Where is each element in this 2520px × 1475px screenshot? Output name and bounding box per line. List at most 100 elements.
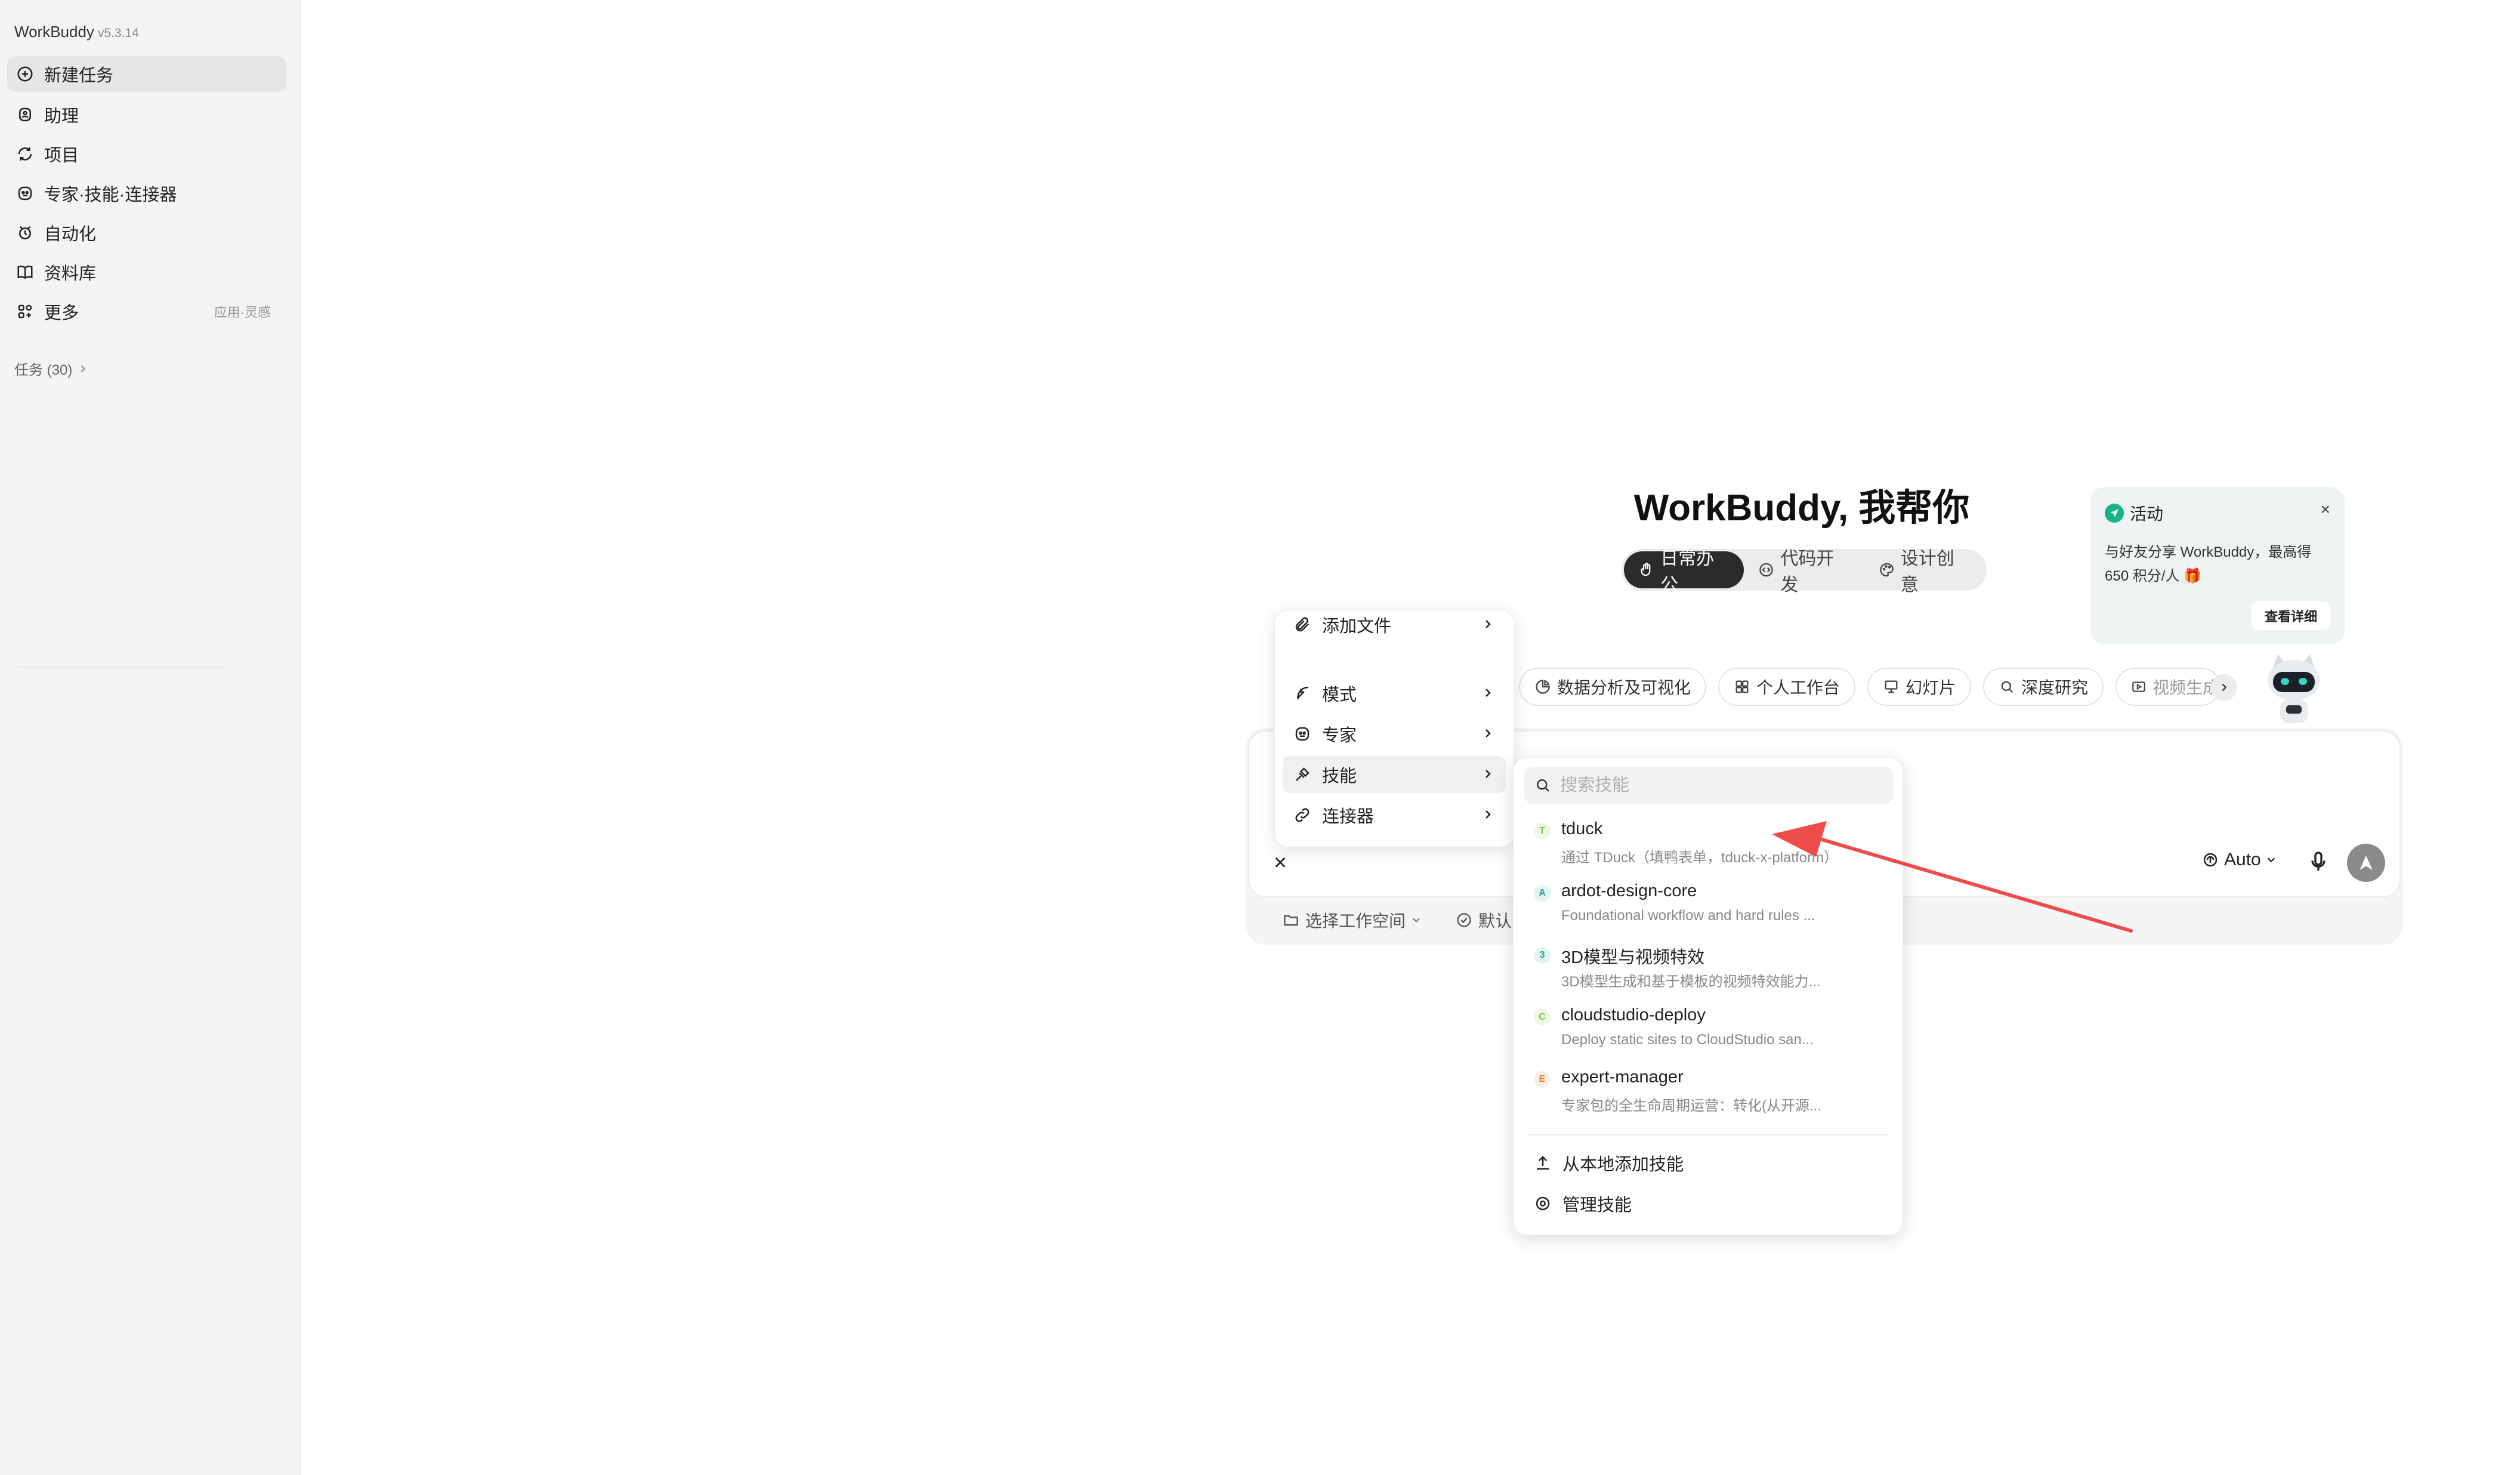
skill-name: ardot-design-core — [1561, 881, 1697, 900]
tab-label: 代码开发 — [1780, 549, 1835, 595]
app-title: WorkBuddy v5.3.14 — [14, 23, 139, 41]
manage-skills-button[interactable]: 管理技能 — [1534, 1186, 1632, 1221]
chevron-right-icon — [1486, 729, 1491, 738]
upload-icon — [1537, 1156, 1549, 1170]
more-icon — [16, 302, 35, 321]
chips-scroll-right-button[interactable] — [2211, 674, 2237, 701]
skill-desc: 专家包的全生命周期运营：转化(从开源... — [1561, 1098, 1821, 1114]
tab-design[interactable]: 设计创意 — [1864, 549, 1984, 595]
app-version: v5.3.14 — [97, 26, 139, 40]
activity-title: 活动 — [2130, 505, 2164, 523]
workspace-label: 选择工作空间 — [1305, 912, 1406, 930]
send-button[interactable] — [2347, 844, 2385, 882]
gear-icon — [1536, 1196, 1550, 1211]
chevron-right-icon — [1486, 770, 1491, 778]
tab-daily-office[interactable]: 日常办公 — [1624, 549, 1744, 595]
close-menu-button[interactable]: × — [1266, 848, 1295, 877]
close-icon[interactable]: × — [2321, 500, 2330, 519]
sidebar-item-label: 自动化 — [44, 225, 97, 244]
assistant-icon — [16, 105, 35, 124]
permission-label: 默认 — [1478, 912, 1512, 930]
presentation-icon — [1885, 680, 1898, 693]
skill-name: cloudstudio-deploy — [1561, 1005, 1706, 1025]
activity-icon — [2105, 504, 2124, 523]
new-task-icon — [16, 64, 35, 84]
chevron-right-icon — [1486, 620, 1491, 628]
menu-item-add-file[interactable]: 添加文件 — [1283, 606, 1506, 643]
skill-badge-icon: C — [1534, 1009, 1551, 1026]
model-select[interactable]: Auto — [2201, 850, 2283, 870]
sidebar-item-assistant[interactable]: 助理 — [7, 97, 286, 132]
sidebar-item-extra: 应用·灵感 — [214, 305, 271, 320]
sidebar-item-new-task[interactable]: 新建任务 — [7, 56, 286, 92]
menu-item-label: 添加文件 — [1322, 617, 1392, 636]
menu-item-skills[interactable]: 技能 — [1283, 756, 1506, 793]
project-icon — [16, 144, 35, 163]
library-icon — [16, 263, 35, 282]
microphone-icon[interactable] — [2306, 850, 2330, 874]
tasks-toggle[interactable]: 任务 (30) — [14, 358, 89, 379]
menu-item-mode[interactable]: 模式 — [1283, 675, 1506, 712]
menu-item-label: 模式 — [1322, 686, 1357, 705]
code-icon — [1759, 563, 1774, 577]
chip-label: 视频生成 — [2152, 678, 2220, 697]
chip-slides[interactable]: 幻灯片 — [1867, 668, 1972, 706]
feather-icon — [1293, 683, 1314, 703]
chip-video[interactable]: 视频生成 — [2116, 668, 2221, 706]
chip-deep-research[interactable]: 深度研究 — [1983, 668, 2104, 706]
model-label: Auto — [2224, 850, 2261, 869]
sidebar-item-expert[interactable]: 专家·技能·连接器 — [7, 175, 286, 211]
app-name: WorkBuddy — [14, 23, 94, 41]
skill-item[interactable]: 3 3D模型与视频特效 3D模型生成和基于模板的视频特效能力... — [1524, 937, 1893, 997]
chip-workbench[interactable]: 个人工作台 — [1718, 668, 1856, 706]
tab-label: 日常办公 — [1660, 549, 1715, 595]
hand-icon — [1641, 563, 1651, 576]
sidebar-item-library[interactable]: 资料库 — [7, 254, 286, 290]
view-details-button[interactable]: 查看详细 — [2251, 601, 2330, 630]
skill-badge-icon: 3 — [1534, 947, 1551, 964]
chevron-right-icon — [2222, 683, 2227, 692]
chevron-right-icon — [1486, 810, 1491, 819]
folder-icon — [1284, 915, 1298, 926]
send-arrow-icon — [2360, 856, 2373, 870]
sidebar-item-more[interactable]: 更多 应用·灵感 — [7, 294, 286, 329]
tab-code-dev[interactable]: 代码开发 — [1744, 549, 1864, 595]
sidebar-item-automation[interactable]: 自动化 — [7, 215, 286, 251]
skill-item[interactable]: T tduck 通过 TDuck（填鸭表单，tduck-x-platform） — [1524, 813, 1893, 873]
menu-item-expert[interactable]: 专家 — [1283, 715, 1506, 752]
palette-icon — [1879, 563, 1894, 577]
menu-item-connector[interactable]: 连接器 — [1283, 797, 1506, 834]
menu-item-label: 连接器 — [1322, 807, 1375, 826]
paperclip-icon — [1293, 615, 1314, 635]
permission-select[interactable]: 默认 — [1456, 908, 1512, 932]
skill-item[interactable]: E expert-manager 专家包的全生命周期运营：转化(从开源... — [1524, 1061, 1893, 1121]
search-icon — [2001, 681, 2013, 693]
tab-label: 设计创意 — [1900, 549, 1954, 595]
skill-action-label: 从本地添加技能 — [1562, 1155, 1684, 1174]
skill-name: tduck — [1561, 819, 1603, 838]
menu-divider — [18, 666, 223, 668]
sidebar-item-label: 项目 — [44, 146, 79, 165]
chevron-right-icon — [1486, 689, 1491, 697]
workspace-select[interactable]: 选择工作空间 — [1283, 908, 1428, 932]
sidebar-item-label: 资料库 — [44, 264, 97, 283]
chip-label: 数据分析及可视化 — [1557, 678, 1691, 697]
sidebar-item-label: 新建任务 — [44, 66, 114, 85]
sidebar-item-project[interactable]: 项目 — [7, 136, 286, 172]
sidebar-item-label: 更多 — [44, 304, 79, 323]
skill-badge-icon: A — [1534, 885, 1551, 902]
skill-desc: 通过 TDuck（填鸭表单，tduck-x-platform） — [1561, 850, 1839, 866]
quick-chips: 数据分析及可视化 个人工作台 幻灯片 深度研究 视频生成 — [1495, 667, 2232, 706]
chip-data-analysis[interactable]: 数据分析及可视化 — [1519, 668, 1707, 706]
skill-search-input[interactable] — [1560, 775, 1882, 795]
mode-tabs: 日常办公 代码开发 设计创意 — [1622, 549, 1987, 595]
menu-item-label: 技能 — [1322, 767, 1357, 786]
automation-icon — [16, 223, 35, 242]
page-title: WorkBuddy, 我帮你 — [1633, 487, 1970, 529]
chip-label: 幻灯片 — [1906, 678, 1956, 697]
skill-item[interactable]: C cloudstudio-deploy Deploy static sites… — [1524, 999, 1893, 1059]
skill-item[interactable]: A ardot-design-core Foundational workflo… — [1524, 875, 1893, 935]
add-local-skill-button[interactable]: 从本地添加技能 — [1534, 1145, 1684, 1181]
skill-desc: Deploy static sites to CloudStudio san..… — [1561, 1032, 1814, 1048]
skills-popup: T tduck 通过 TDuck（填鸭表单，tduck-x-platform） … — [1513, 758, 1903, 1235]
